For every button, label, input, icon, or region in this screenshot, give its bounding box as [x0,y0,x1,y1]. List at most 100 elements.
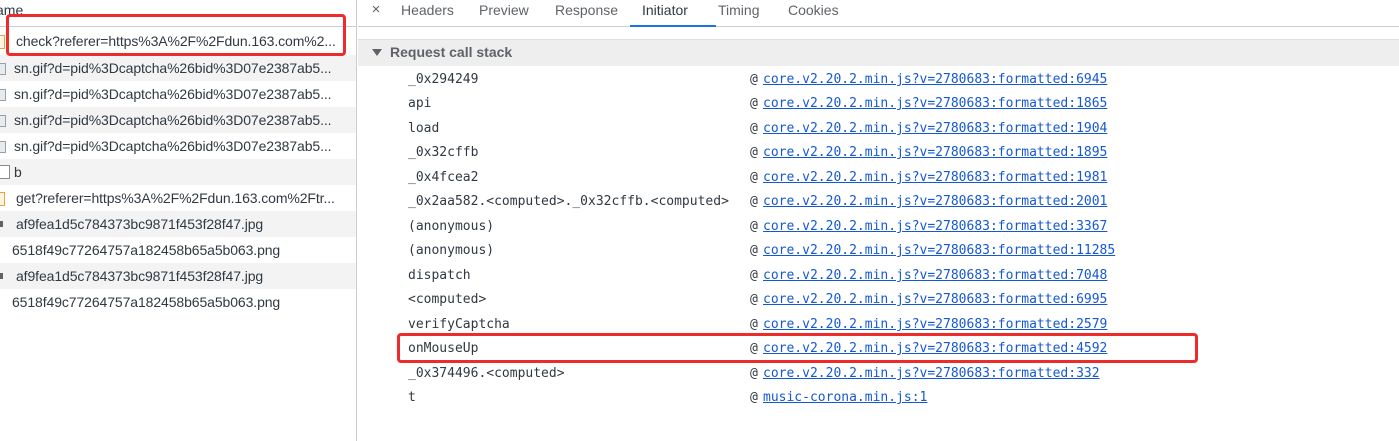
request-row[interactable]: 6518f49c77264757a182458b65a5b063.png [0,237,356,263]
frame-function: _0x4fcea2 [408,170,479,185]
image-file-icon [0,87,10,101]
source-link[interactable]: core.v2.20.2.min.js?v=2780683:formatted:… [763,219,1107,234]
source-link[interactable]: music-corona.min.js:1 [763,390,927,405]
request-name: 6518f49c77264757a182458b65a5b063.png [12,242,281,258]
name-column-label: ame [0,2,24,18]
section-title: Request call stack [390,44,513,60]
source-link[interactable]: core.v2.20.2.min.js?v=2780683:formatted:… [763,145,1107,160]
at-sign: @ [750,145,758,160]
request-row[interactable]: af9fea1d5c784373bc9871f453f28f47.jpg [0,211,356,237]
at-sign: @ [750,243,758,258]
details-tabbar: × Headers Preview Response Initiator Tim… [358,0,1399,27]
source-link[interactable]: core.v2.20.2.min.js?v=2780683:formatted:… [763,96,1107,111]
frame-function: _0x2aa582.<computed>._0x32cffb.<computed… [408,194,729,209]
triangle-down-icon [372,49,382,56]
frame-function: <computed> [408,292,487,307]
source-link[interactable]: core.v2.20.2.min.js?v=2780683:formatted:… [763,72,1107,87]
at-sign: @ [750,268,758,283]
image-file-icon [0,243,12,257]
frame-function: load [408,121,440,136]
request-name: sn.gif?d=pid%3Dcaptcha%26bid%3D07e2387ab… [14,138,332,154]
at-sign: @ [750,121,758,136]
request-list-panel: ame check?referer=https%3A%2F%2Fdun.163.… [0,0,357,441]
source-link[interactable]: core.v2.20.2.min.js?v=2780683:formatted:… [763,170,1107,185]
at-sign: @ [750,219,758,234]
image-file-icon [0,61,10,75]
name-column-header[interactable]: ame [0,0,356,27]
request-row[interactable]: 6518f49c77264757a182458b65a5b063.png [0,289,356,315]
request-row[interactable]: sn.gif?d=pid%3Dcaptcha%26bid%3D07e2387ab… [0,55,356,81]
frame-function: dispatch [408,268,471,283]
request-name: sn.gif?d=pid%3Dcaptcha%26bid%3D07e2387ab… [14,86,332,102]
source-link[interactable]: core.v2.20.2.min.js?v=2780683:formatted:… [763,243,1115,258]
request-name: 6518f49c77264757a182458b65a5b063.png [12,294,281,310]
frame-function: _0x32cffb [408,145,479,160]
image-file-icon [0,113,10,127]
request-row[interactable]: af9fea1d5c784373bc9871f453f28f47.jpg [0,263,356,289]
source-link[interactable]: core.v2.20.2.min.js?v=2780683:formatted:… [763,366,1100,381]
close-icon[interactable]: × [367,1,385,21]
call-stack-frame: t @ music-corona.min.js:1 [358,387,1399,411]
request-name: sn.gif?d=pid%3Dcaptcha%26bid%3D07e2387ab… [14,112,332,128]
frame-function: _0x294249 [408,72,479,87]
request-row[interactable]: sn.gif?d=pid%3Dcaptcha%26bid%3D07e2387ab… [0,133,356,159]
frame-function: verifyCaptcha [408,317,510,332]
source-link[interactable]: core.v2.20.2.min.js?v=2780683:formatted:… [763,292,1107,307]
frame-function: t [408,390,416,405]
call-stack-frame: _0x2aa582.<computed>._0x32cffb.<computed… [358,191,1399,215]
call-stack-frame: <computed> @ core.v2.20.2.min.js?v=27806… [358,289,1399,313]
image-file-icon [0,217,10,231]
request-row[interactable]: check?referer=https%3A%2F%2Fdun.163.com%… [0,28,356,54]
call-stack-frame: _0x374496.<computed> @ core.v2.20.2.min.… [358,363,1399,387]
request-name: sn.gif?d=pid%3Dcaptcha%26bid%3D07e2387ab… [14,60,332,76]
tab-timing[interactable]: Timing [718,0,760,27]
document-icon [0,165,10,179]
xhr-icon [0,191,10,206]
tab-response[interactable]: Response [555,0,618,27]
frame-function: onMouseUp [408,341,479,356]
tab-initiator[interactable]: Initiator [630,0,716,27]
tab-headers[interactable]: Headers [401,0,454,27]
xhr-icon [0,34,10,49]
call-stack-frame: dispatch @ core.v2.20.2.min.js?v=2780683… [358,265,1399,289]
call-stack-frame: (anonymous) @ core.v2.20.2.min.js?v=2780… [358,240,1399,264]
at-sign: @ [750,170,758,185]
request-row[interactable]: sn.gif?d=pid%3Dcaptcha%26bid%3D07e2387ab… [0,81,356,107]
request-row[interactable]: get?referer=https%3A%2F%2Fdun.163.com%2F… [0,185,356,211]
source-link[interactable]: core.v2.20.2.min.js?v=2780683:formatted:… [763,341,1107,356]
at-sign: @ [750,292,758,307]
request-name: b [14,164,22,180]
request-name: get?referer=https%3A%2F%2Fdun.163.com%2F… [16,190,335,206]
at-sign: @ [750,366,758,381]
call-stack-frame: _0x32cffb @ core.v2.20.2.min.js?v=278068… [358,142,1399,166]
tab-preview[interactable]: Preview [479,0,529,27]
request-row[interactable]: sn.gif?d=pid%3Dcaptcha%26bid%3D07e2387ab… [0,107,356,133]
frame-function: (anonymous) [408,219,495,234]
image-file-icon [0,139,10,153]
call-stack-frame: _0x4fcea2 @ core.v2.20.2.min.js?v=278068… [358,167,1399,191]
call-stack-frame: onMouseUp @ core.v2.20.2.min.js?v=278068… [358,338,1399,362]
at-sign: @ [750,96,758,111]
tab-cookies[interactable]: Cookies [788,0,839,27]
call-stack-frame: load @ core.v2.20.2.min.js?v=2780683:for… [358,118,1399,142]
request-call-stack-header[interactable]: Request call stack [358,39,1399,66]
call-stack-frame: verifyCaptcha @ core.v2.20.2.min.js?v=27… [358,314,1399,338]
source-link[interactable]: core.v2.20.2.min.js?v=2780683:formatted:… [763,317,1107,332]
call-stack-frame: api @ core.v2.20.2.min.js?v=2780683:form… [358,93,1399,117]
at-sign: @ [750,317,758,332]
at-sign: @ [750,390,758,405]
at-sign: @ [750,72,758,87]
request-name: check?referer=https%3A%2F%2Fdun.163.com%… [16,33,336,49]
request-row[interactable]: b [0,159,356,185]
frame-function: (anonymous) [408,243,495,258]
source-link[interactable]: core.v2.20.2.min.js?v=2780683:formatted:… [763,194,1107,209]
source-link[interactable]: core.v2.20.2.min.js?v=2780683:formatted:… [763,121,1107,136]
image-file-icon [0,269,10,283]
source-link[interactable]: core.v2.20.2.min.js?v=2780683:formatted:… [763,268,1107,283]
call-stack-frame: _0x294249 @ core.v2.20.2.min.js?v=278068… [358,69,1399,93]
frame-function: _0x374496.<computed> [408,366,565,381]
request-details-panel: × Headers Preview Response Initiator Tim… [358,0,1399,441]
request-name: af9fea1d5c784373bc9871f453f28f47.jpg [16,268,264,284]
frame-function: api [408,96,432,111]
request-name: af9fea1d5c784373bc9871f453f28f47.jpg [16,216,264,232]
